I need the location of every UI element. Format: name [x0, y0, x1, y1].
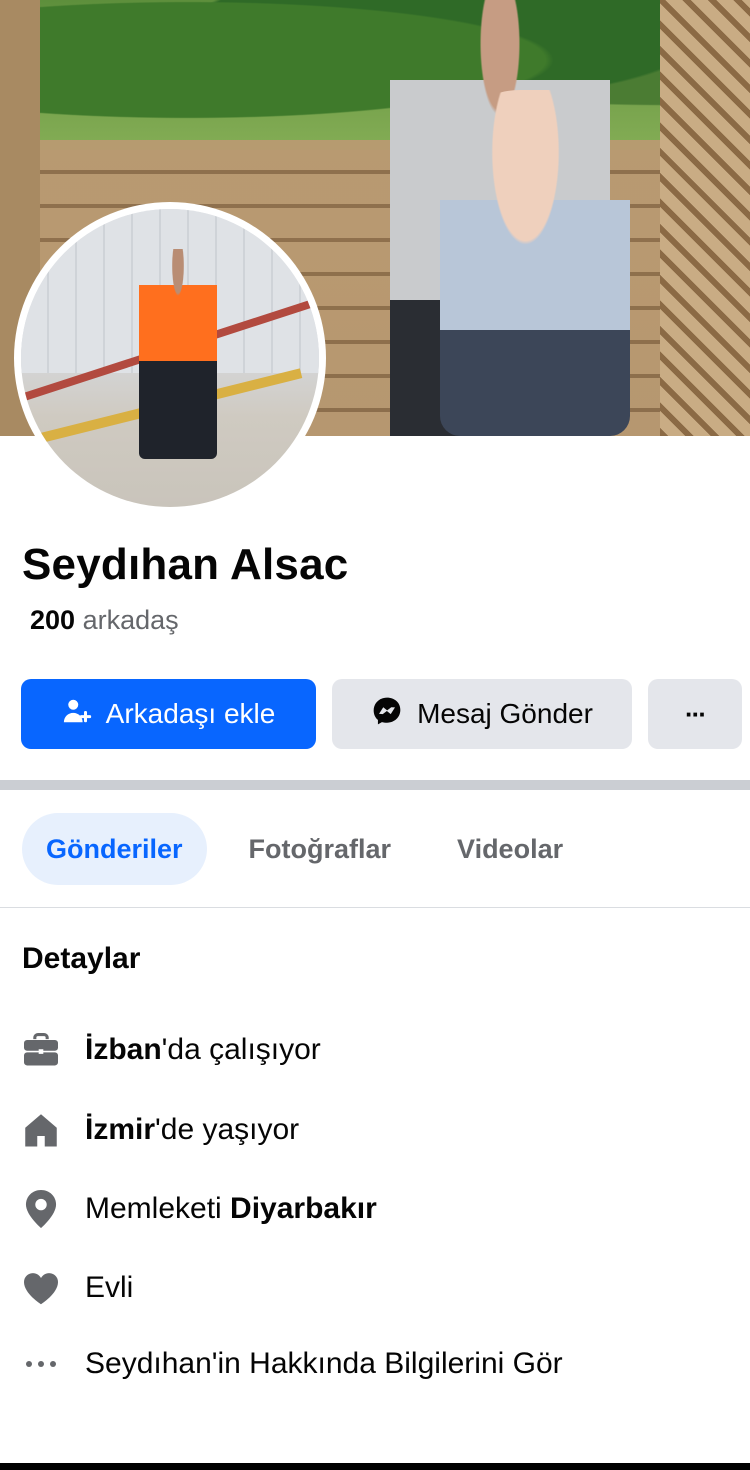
briefcase-icon: [22, 1031, 60, 1069]
hometown-prefix: Memleketi: [85, 1192, 231, 1225]
friends-count-label: arkadaş: [82, 605, 179, 635]
add-friend-label: Arkadaşı ekle: [105, 698, 276, 729]
lives-text: 'de yaşıyor: [155, 1113, 300, 1146]
see-about-link[interactable]: Seydıhan'in Hakkında Bilgilerini Gör: [85, 1347, 563, 1381]
section-divider: [0, 780, 750, 790]
friends-count[interactable]: 200 arkadaş: [30, 605, 179, 636]
more-options-button[interactable]: ···: [648, 679, 742, 749]
location-pin-icon: [22, 1190, 60, 1228]
messenger-icon: [371, 695, 403, 734]
more-options-icon: ···: [685, 698, 707, 729]
profile-name: Seydıhan Alsac: [22, 540, 349, 589]
cover-pergola-right: [660, 0, 750, 436]
cover-person-child: [440, 90, 630, 436]
detail-work: İzban'da çalışıyor: [22, 1030, 321, 1070]
bottom-edge-bar: [0, 1463, 750, 1470]
details-title: Detaylar: [22, 942, 141, 975]
send-message-button[interactable]: Mesaj Gönder: [332, 679, 632, 749]
tabs-divider: [0, 907, 750, 908]
add-friend-button[interactable]: Arkadaşı ekle: [21, 679, 316, 749]
detail-lives: İzmir'de yaşıyor: [22, 1110, 299, 1150]
hometown-city[interactable]: Diyarbakır: [230, 1192, 377, 1225]
profile-picture: [21, 209, 319, 507]
profile-avatar[interactable]: [14, 202, 326, 514]
heart-icon: [22, 1269, 60, 1307]
work-text: 'da çalışıyor: [161, 1033, 321, 1066]
tab-videos[interactable]: Videolar: [433, 813, 587, 885]
add-friend-icon: [62, 696, 92, 733]
detail-relationship: Evli: [22, 1268, 133, 1308]
cover-trees: [0, 0, 750, 150]
lives-city[interactable]: İzmir: [85, 1113, 155, 1146]
tab-photos[interactable]: Fotoğraflar: [225, 813, 416, 885]
avatar-person: [139, 249, 217, 459]
friends-count-number: 200: [30, 605, 76, 635]
work-place[interactable]: İzban: [85, 1033, 162, 1066]
detail-see-about[interactable]: Seydıhan'in Hakkında Bilgilerini Gör: [22, 1344, 563, 1384]
detail-hometown: Memleketi Diyarbakır: [22, 1189, 377, 1229]
profile-tabs: Gönderiler Fotoğraflar Videolar: [22, 813, 605, 885]
relationship-status: Evli: [85, 1271, 134, 1304]
home-icon: [22, 1111, 60, 1149]
tab-posts[interactable]: Gönderiler: [22, 813, 207, 885]
more-dots-icon: [22, 1345, 60, 1383]
send-message-label: Mesaj Gönder: [417, 698, 593, 729]
